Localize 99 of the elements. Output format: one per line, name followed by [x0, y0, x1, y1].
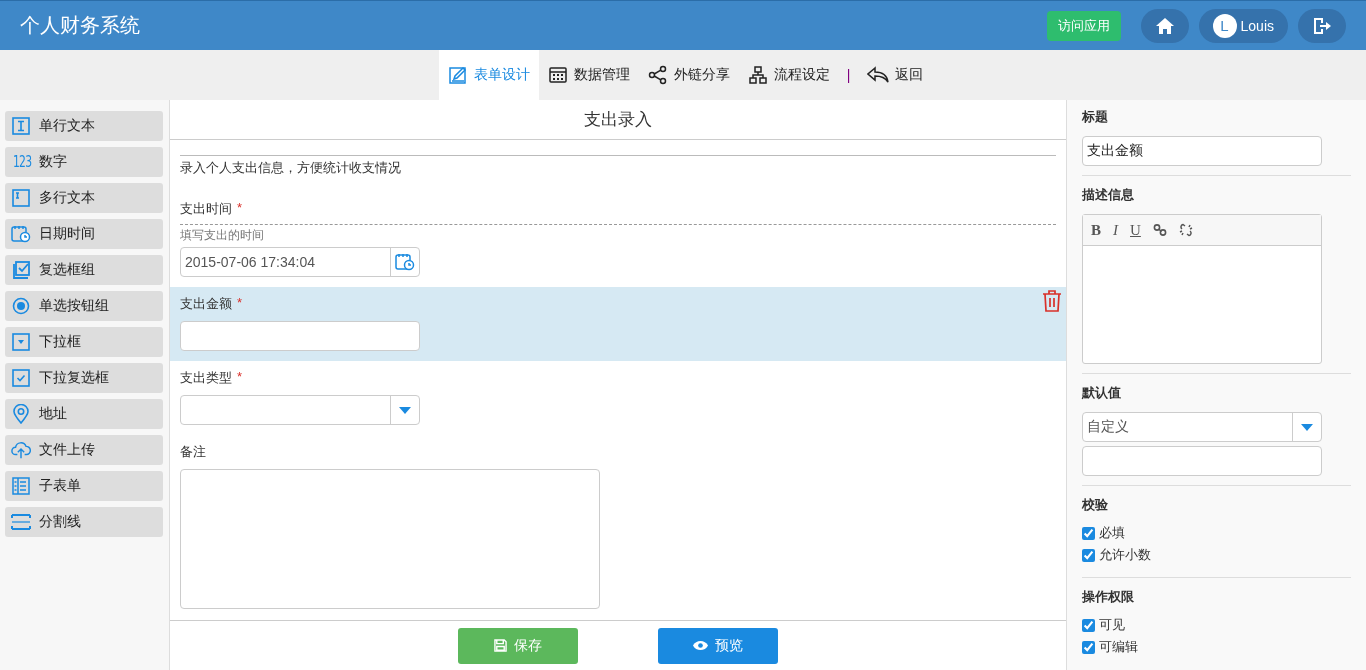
user-menu[interactable]: L Louis	[1198, 8, 1288, 43]
palette-item[interactable]: 单行文本	[5, 111, 163, 141]
field-hint: 填写支出的时间	[180, 227, 265, 244]
dropdown-field[interactable]: 自定义	[1082, 412, 1322, 442]
pencil-square-icon	[447, 65, 468, 85]
calculator-icon	[547, 65, 568, 85]
palette-item[interactable]: 单选按钮组	[5, 291, 163, 321]
field-label: 备注	[180, 443, 206, 461]
cloud-upload-icon	[11, 440, 31, 460]
toolbar-tab[interactable]: 外链分享	[638, 50, 739, 100]
form-description: 录入个人支出信息，方便统计收支情况	[180, 160, 401, 175]
palette-label: 复选框组	[39, 261, 95, 279]
toolbar-tab[interactable]: 数据管理	[538, 50, 639, 100]
unlink-button[interactable]	[1178, 223, 1193, 237]
checkbox-icon	[11, 369, 31, 387]
map-pin-icon	[11, 404, 31, 424]
input-field[interactable]	[180, 321, 420, 351]
palette-item[interactable]: 日期时间	[5, 219, 163, 249]
toolbar-tab[interactable]: 流程设定	[738, 50, 839, 100]
palette-item[interactable]: 子表单	[5, 471, 163, 501]
palette-item[interactable]: 多行文本	[5, 183, 163, 213]
palette-label: 下拉复选框	[39, 369, 109, 387]
format-button[interactable]: I	[1113, 221, 1118, 239]
palette-label: 分割线	[39, 513, 81, 531]
checkbox[interactable]	[1082, 548, 1095, 562]
field-label: 支出时间	[180, 200, 232, 218]
section-heading: 校验	[1082, 496, 1109, 514]
calendar-clock-icon	[11, 225, 31, 243]
palette-label: 单行文本	[39, 117, 95, 135]
palette-item[interactable]: 123 数字	[5, 147, 163, 177]
checkbox[interactable]	[1082, 618, 1095, 632]
checkbox[interactable]	[1082, 526, 1095, 540]
caret-icon	[399, 406, 411, 414]
required-mark: *	[237, 200, 243, 217]
reply-arrow-icon	[867, 66, 890, 84]
sitemap-icon	[747, 65, 768, 85]
palette-item[interactable]: 分割线	[5, 507, 163, 537]
calendar-clock-icon	[395, 252, 415, 272]
selected-field-row[interactable]: 支出金额 *	[170, 287, 1066, 361]
text-cursor-icon	[11, 117, 31, 135]
field-label: 支出类型	[180, 369, 232, 387]
divider-icon	[11, 513, 31, 531]
palette-label: 文件上传	[39, 441, 95, 459]
format-button[interactable]: U	[1130, 221, 1141, 239]
section-heading: 标题	[1082, 108, 1109, 126]
share-icon	[647, 65, 668, 85]
trash-icon	[1042, 290, 1062, 312]
user-avatar: L	[1212, 13, 1237, 38]
required-mark: *	[237, 369, 243, 386]
checkbox[interactable]	[1082, 640, 1095, 654]
format-button[interactable]: B	[1091, 221, 1101, 239]
rich-text-editor[interactable]: B I U	[1082, 214, 1322, 364]
eye-icon	[693, 640, 708, 651]
section-heading: 默认值	[1082, 384, 1122, 402]
palette-item[interactable]: 文件上传	[5, 435, 163, 465]
dropdown-icon	[11, 333, 31, 351]
user-name: Louis	[1240, 17, 1274, 34]
input-field[interactable]	[1082, 446, 1322, 476]
palette-label: 子表单	[39, 477, 81, 495]
palette-label: 单选按钮组	[39, 297, 109, 315]
required-mark: *	[237, 295, 243, 312]
section-heading: 操作权限	[1082, 588, 1135, 606]
logout-button[interactable]	[1298, 8, 1346, 43]
home-button[interactable]	[1140, 8, 1189, 43]
checkbox-label: 允许小数	[1099, 546, 1151, 564]
textarea-field[interactable]	[180, 469, 600, 609]
field-value: 自定义	[1086, 418, 1130, 436]
preview-button[interactable]: 预览	[658, 627, 778, 664]
datetime-field[interactable]: 2015-07-06 17:34:04	[180, 247, 420, 277]
caret-icon	[1301, 423, 1313, 431]
separator: |	[845, 66, 852, 85]
dropdown-field[interactable]	[180, 395, 420, 425]
palette-item[interactable]: 下拉框	[5, 327, 163, 357]
radio-icon	[11, 297, 31, 315]
checkbox-label: 可见	[1099, 616, 1125, 634]
section-heading: 描述信息	[1082, 186, 1135, 204]
field-value: 2015-07-06 17:34:04	[184, 254, 316, 270]
palette-label: 多行文本	[39, 189, 95, 207]
title-field[interactable]: 支出金额	[1082, 136, 1322, 166]
checkbox-label: 必填	[1099, 524, 1125, 542]
text-cursor-icon	[11, 189, 31, 207]
checkbox-label: 可编辑	[1099, 638, 1138, 656]
palette-item[interactable]: 复选框组	[5, 255, 163, 285]
link-button[interactable]	[1152, 223, 1167, 237]
app-title: 个人财务系统	[20, 13, 141, 38]
palette-label: 日期时间	[39, 225, 95, 243]
back-link[interactable]: 返回	[858, 50, 933, 100]
checkbox-icon	[11, 261, 31, 279]
logout-icon	[1312, 16, 1332, 35]
palette-label: 下拉框	[39, 333, 81, 351]
list-icon	[11, 477, 31, 495]
palette-item[interactable]: 下拉复选框	[5, 363, 163, 393]
field-label: 支出金额	[180, 295, 232, 313]
home-icon	[1154, 16, 1175, 35]
form-title: 支出录入	[170, 100, 1066, 140]
palette-label: 地址	[39, 405, 67, 423]
palette-item[interactable]: 地址	[5, 399, 163, 429]
palette-label: 数字	[39, 153, 67, 171]
toolbar-tab[interactable]: 表单设计	[438, 50, 539, 100]
